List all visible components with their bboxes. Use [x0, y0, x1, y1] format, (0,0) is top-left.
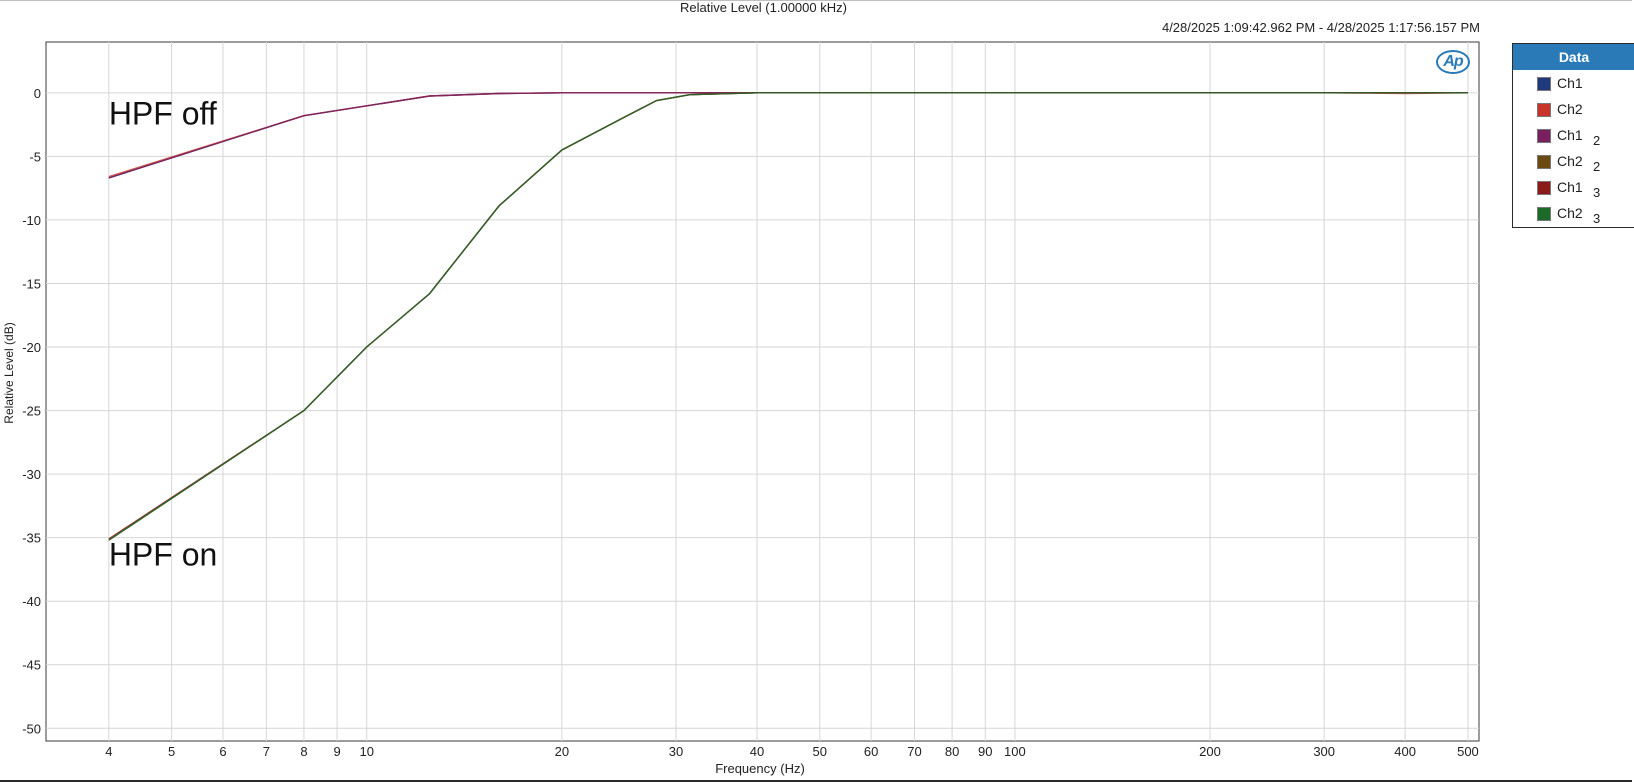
y-tick-label: -10	[22, 213, 41, 228]
legend-label: Ch1	[1557, 75, 1583, 91]
series-line-ch2-2[interactable]	[108, 92, 1468, 541]
series-line-ch1[interactable]	[108, 92, 1468, 179]
legend-subscript: 2	[1593, 133, 1601, 148]
x-tick-label: 40	[750, 744, 764, 759]
series-lines	[108, 92, 1469, 541]
ap-logo-icon: Ap	[1436, 50, 1470, 74]
y-tick-label: -25	[22, 404, 41, 419]
legend-label: Ch2	[1557, 101, 1583, 117]
legend-subscript: 3	[1593, 185, 1601, 200]
x-tick-label: 60	[864, 744, 878, 759]
x-tick-label: 100	[1004, 744, 1026, 759]
y-tick-label: -15	[22, 276, 41, 291]
x-tick-label: 400	[1394, 744, 1416, 759]
x-tick-label: 8	[300, 744, 307, 759]
legend-swatch	[1537, 155, 1551, 169]
series-line-ch1-3[interactable]	[108, 92, 1468, 540]
plot-border	[45, 41, 1480, 742]
y-tick-label: -40	[22, 594, 41, 609]
x-tick-label: 90	[978, 744, 992, 759]
series-line-ch2[interactable]	[108, 92, 1469, 178]
y-tick-label: 0	[34, 86, 41, 101]
y-axis-label: Relative Level (dB)	[2, 322, 16, 423]
y-tick-label: -50	[22, 721, 41, 736]
x-tick-label: 10	[360, 744, 374, 759]
y-tick-label: -20	[22, 340, 41, 355]
grid-lines	[45, 41, 1480, 742]
y-tick-label: -35	[22, 531, 41, 546]
legend-swatch	[1537, 207, 1551, 221]
legend-label: Ch2	[1557, 205, 1583, 221]
legend-label: Ch1	[1557, 179, 1583, 195]
legend: Data Ch1 Ch2 Ch1 2 Ch2 2 Ch1 3 Ch2 3	[1512, 43, 1634, 228]
legend-swatch	[1537, 77, 1551, 91]
x-tick-label: 6	[219, 744, 226, 759]
annotation-label: HPF on	[109, 537, 217, 573]
series-line-ch2-3[interactable]	[108, 92, 1468, 541]
y-tick-label: -5	[29, 149, 41, 164]
x-tick-label: 30	[669, 744, 683, 759]
x-tick-label: 4	[105, 744, 112, 759]
legend-swatch	[1537, 129, 1551, 143]
x-tick-label: 300	[1313, 744, 1335, 759]
legend-label: Ch1	[1557, 127, 1583, 143]
legend-item[interactable]: Ch2 3	[1513, 200, 1634, 226]
x-axis-label: Frequency (Hz)	[715, 761, 805, 776]
legend-item[interactable]: Ch1 2	[1513, 122, 1634, 148]
y-tick-label: -30	[22, 467, 41, 482]
legend-swatch	[1537, 103, 1551, 117]
x-tick-label: 200	[1199, 744, 1221, 759]
x-tick-label: 80	[945, 744, 959, 759]
legend-item[interactable]: Ch2	[1513, 96, 1634, 122]
legend-item[interactable]: Ch2 2	[1513, 148, 1634, 174]
x-tick-label: 9	[333, 744, 340, 759]
legend-title: Data	[1513, 44, 1634, 70]
series-line-ch1-2[interactable]	[108, 92, 1468, 179]
x-tick-label: 50	[813, 744, 827, 759]
x-tick-label: 70	[907, 744, 921, 759]
legend-item[interactable]: Ch1	[1513, 70, 1634, 96]
x-tick-label: 20	[555, 744, 569, 759]
legend-subscript: 3	[1593, 211, 1601, 226]
annotations: HPF off HPF on	[109, 96, 217, 573]
y-tick-label: -45	[22, 658, 41, 673]
legend-subscript: 2	[1593, 159, 1601, 174]
legend-swatch	[1537, 181, 1551, 195]
legend-item[interactable]: Ch1 3	[1513, 174, 1634, 200]
tick-labels: 4 5 6 7 8 9 10 20 30 40 50 60 70 80 90 100 200 300 400 500 0…	[22, 86, 1479, 759]
legend-label: Ch2	[1557, 153, 1583, 169]
x-tick-label: 7	[263, 744, 270, 759]
x-tick-label: 500	[1457, 744, 1479, 759]
annotation-label: HPF off	[109, 96, 217, 132]
x-tick-label: 5	[168, 744, 175, 759]
plot-area[interactable]: 4 5 6 7 8 9 10 20 30 40 50 60 70 80 90 100 200 300 400 500 0…	[0, 0, 1634, 782]
